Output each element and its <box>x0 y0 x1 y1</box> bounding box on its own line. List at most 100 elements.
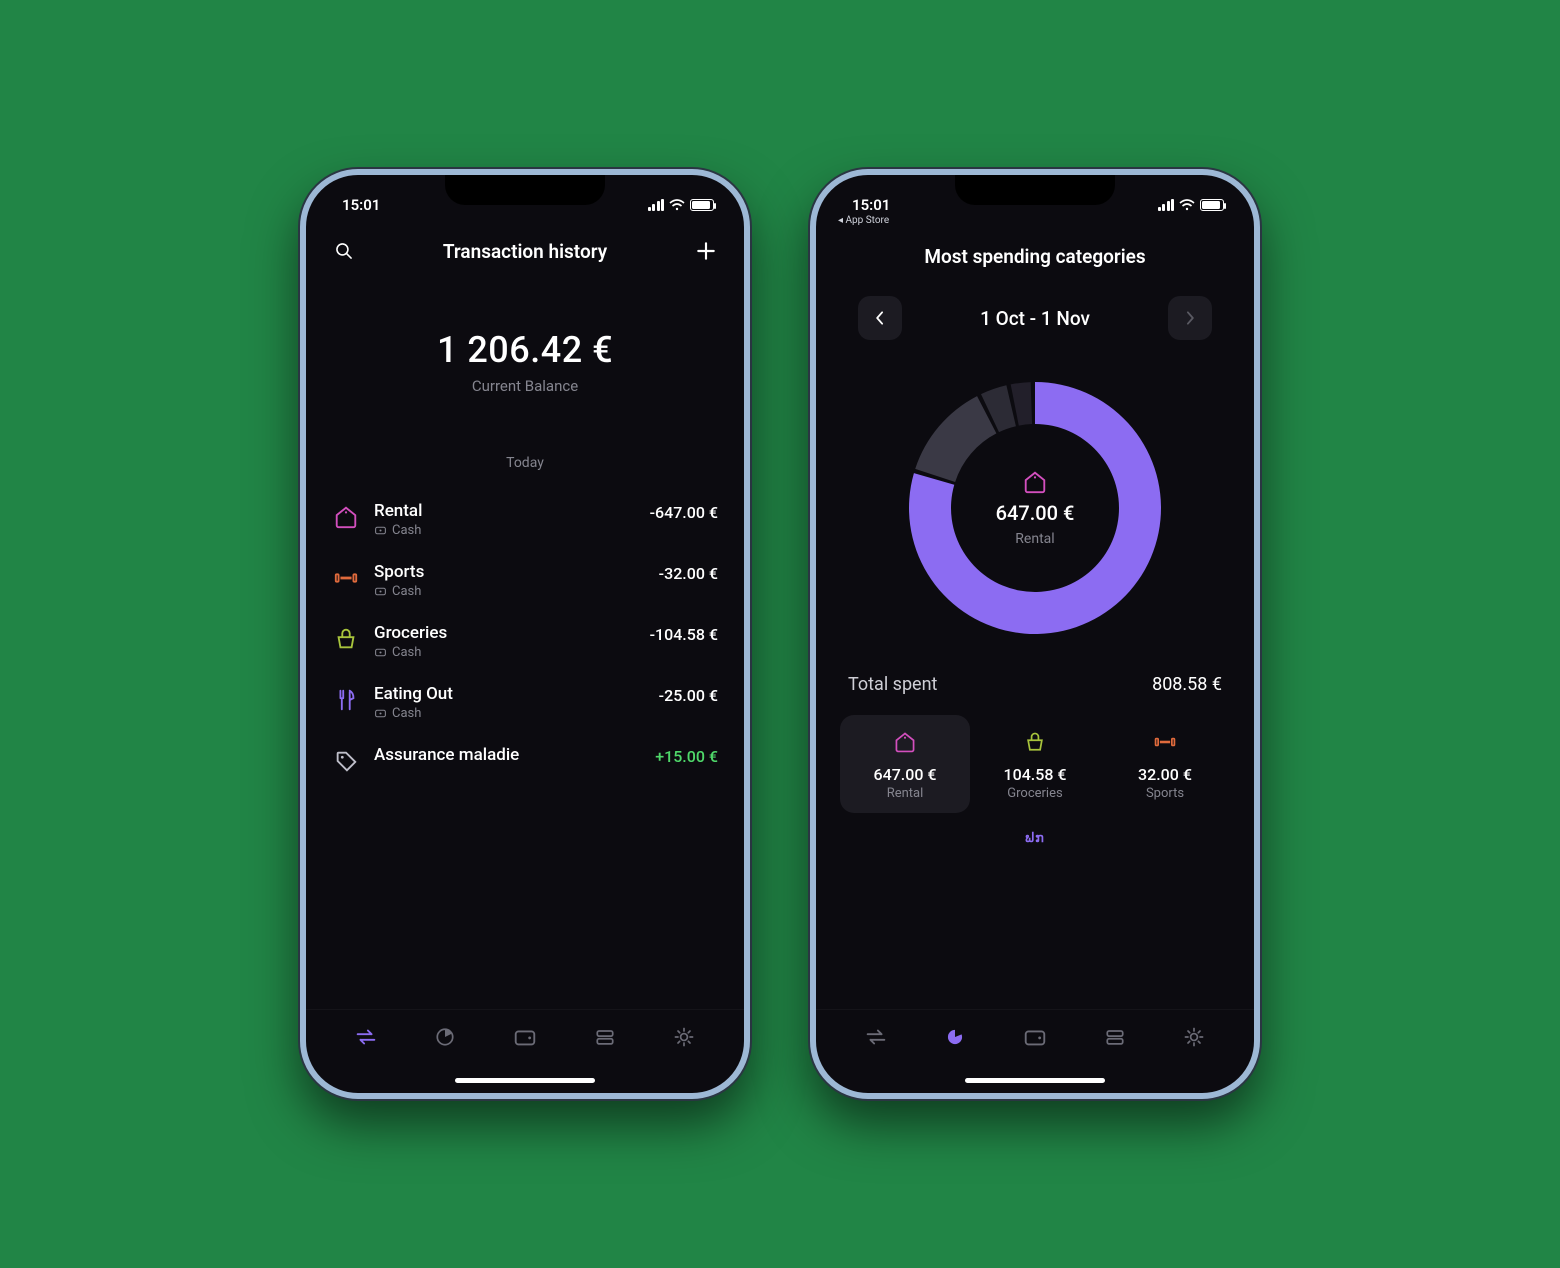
card-amount: 647.00 € <box>844 765 966 784</box>
nav-settings[interactable] <box>666 1019 702 1055</box>
cash-icon <box>374 585 387 598</box>
pie-icon <box>944 1026 966 1048</box>
chevron-right-icon <box>1180 308 1200 328</box>
phone-notch <box>445 175 605 205</box>
battery-icon <box>1200 199 1224 211</box>
category-card[interactable]: 32.00 € Sports <box>1100 715 1230 813</box>
transaction-list: Rental Cash -647.00 € Sports Cash -32.00… <box>328 489 722 787</box>
nav-bar <box>306 1009 744 1067</box>
card-label: Groceries <box>974 786 1096 801</box>
wallet-icon <box>512 1024 538 1050</box>
transaction-main: Sports Cash <box>374 562 645 599</box>
transaction-title: Groceries <box>374 623 636 643</box>
content-area[interactable]: 1 Oct - 1 Nov 647.00 € Rental Total spen… <box>816 274 1254 1009</box>
list-icon <box>1103 1025 1127 1049</box>
tag-icon <box>332 747 360 775</box>
total-row: Total spent 808.58 € <box>838 648 1232 705</box>
transfer-icon <box>863 1024 889 1050</box>
nav-transactions[interactable] <box>858 1019 894 1055</box>
home-indicator[interactable] <box>306 1067 744 1093</box>
search-icon <box>333 240 355 262</box>
card-amount: 32.00 € <box>1104 765 1226 784</box>
signal-icon <box>1158 199 1175 211</box>
signal-icon <box>648 199 665 211</box>
transaction-main: Eating Out Cash <box>374 684 645 721</box>
center-category: Rental <box>1015 531 1054 547</box>
transaction-account: Cash <box>374 584 645 599</box>
nav-budgets[interactable] <box>587 1019 623 1055</box>
transaction-account: Cash <box>374 645 636 660</box>
nav-budgets[interactable] <box>1097 1019 1133 1055</box>
dumbbell-icon <box>332 564 360 592</box>
transaction-amount: -32.00 € <box>659 564 718 583</box>
nav-wallet[interactable] <box>1017 1019 1053 1055</box>
transaction-row[interactable]: Eating Out Cash -25.00 € <box>328 672 722 733</box>
phone-notch <box>955 175 1115 205</box>
section-today: Today <box>328 455 722 471</box>
total-label: Total spent <box>848 674 937 695</box>
transaction-title: Rental <box>374 501 636 521</box>
transaction-row[interactable]: Rental Cash -647.00 € <box>328 489 722 550</box>
search-button[interactable] <box>330 237 358 265</box>
page-title: Transaction history <box>358 240 692 263</box>
cash-icon <box>374 707 387 720</box>
category-card[interactable]: 647.00 € Rental <box>840 715 970 813</box>
nav-settings[interactable] <box>1176 1019 1212 1055</box>
transaction-row[interactable]: Assurance maladie +15.00 € <box>328 733 722 787</box>
card-label: Rental <box>844 786 966 801</box>
pie-icon <box>433 1025 457 1049</box>
donut-chart[interactable]: 647.00 € Rental <box>895 368 1175 648</box>
period-selector: 1 Oct - 1 Nov <box>838 274 1232 350</box>
house-icon <box>844 729 966 755</box>
transaction-account: Cash <box>374 523 636 538</box>
next-period-button[interactable] <box>1168 296 1212 340</box>
gear-icon <box>672 1025 696 1049</box>
status-time: 15:01 <box>852 196 890 214</box>
category-card[interactable]: 104.58 € Groceries <box>970 715 1100 813</box>
home-indicator[interactable] <box>816 1067 1254 1093</box>
cash-icon <box>374 646 387 659</box>
status-indicators <box>648 199 715 211</box>
mini-category-icon: ຟກ <box>838 831 1232 846</box>
transaction-amount: +15.00 € <box>655 747 718 766</box>
prev-period-button[interactable] <box>858 296 902 340</box>
period-label: 1 Oct - 1 Nov <box>980 307 1090 330</box>
center-amount: 647.00 € <box>996 501 1075 525</box>
chevron-left-icon <box>870 308 890 328</box>
transaction-amount: -104.58 € <box>650 625 718 644</box>
house-icon <box>332 503 360 531</box>
card-amount: 104.58 € <box>974 765 1096 784</box>
transaction-row[interactable]: Groceries Cash -104.58 € <box>328 611 722 672</box>
add-button[interactable] <box>692 237 720 265</box>
phone-transaction-history: 15:01 Transaction history 1 206.42 € Cur… <box>300 169 750 1099</box>
transfer-icon <box>353 1024 379 1050</box>
list-icon <box>593 1025 617 1049</box>
nav-stats[interactable] <box>937 1019 973 1055</box>
page-title: Most spending categories <box>868 245 1202 268</box>
transaction-row[interactable]: Sports Cash -32.00 € <box>328 550 722 611</box>
wallet-icon <box>1022 1024 1048 1050</box>
top-bar: Most spending categories <box>816 219 1254 274</box>
battery-icon <box>690 199 714 211</box>
nav-stats[interactable] <box>427 1019 463 1055</box>
cash-icon <box>374 524 387 537</box>
nav-transactions[interactable] <box>348 1019 384 1055</box>
total-value: 808.58 € <box>1152 674 1222 695</box>
transaction-account: Cash <box>374 706 645 721</box>
category-cards: 647.00 € Rental 104.58 € Groceries 32.00… <box>838 705 1232 813</box>
donut-center: 647.00 € Rental <box>895 368 1175 648</box>
status-time: 15:01 <box>342 196 380 214</box>
transaction-main: Groceries Cash <box>374 623 636 660</box>
card-label: Sports <box>1104 786 1226 801</box>
fork-icon <box>332 686 360 714</box>
transaction-amount: -25.00 € <box>659 686 718 705</box>
status-indicators <box>1158 199 1225 211</box>
nav-wallet[interactable] <box>507 1019 543 1055</box>
basket-icon <box>974 729 1096 755</box>
content-area[interactable]: 1 206.42 € Current Balance Today Rental … <box>306 271 744 1009</box>
wifi-icon <box>1179 199 1195 211</box>
transaction-amount: -647.00 € <box>650 503 718 522</box>
basket-icon <box>332 625 360 653</box>
transaction-title: Assurance maladie <box>374 745 641 765</box>
transaction-main: Assurance maladie <box>374 745 641 765</box>
